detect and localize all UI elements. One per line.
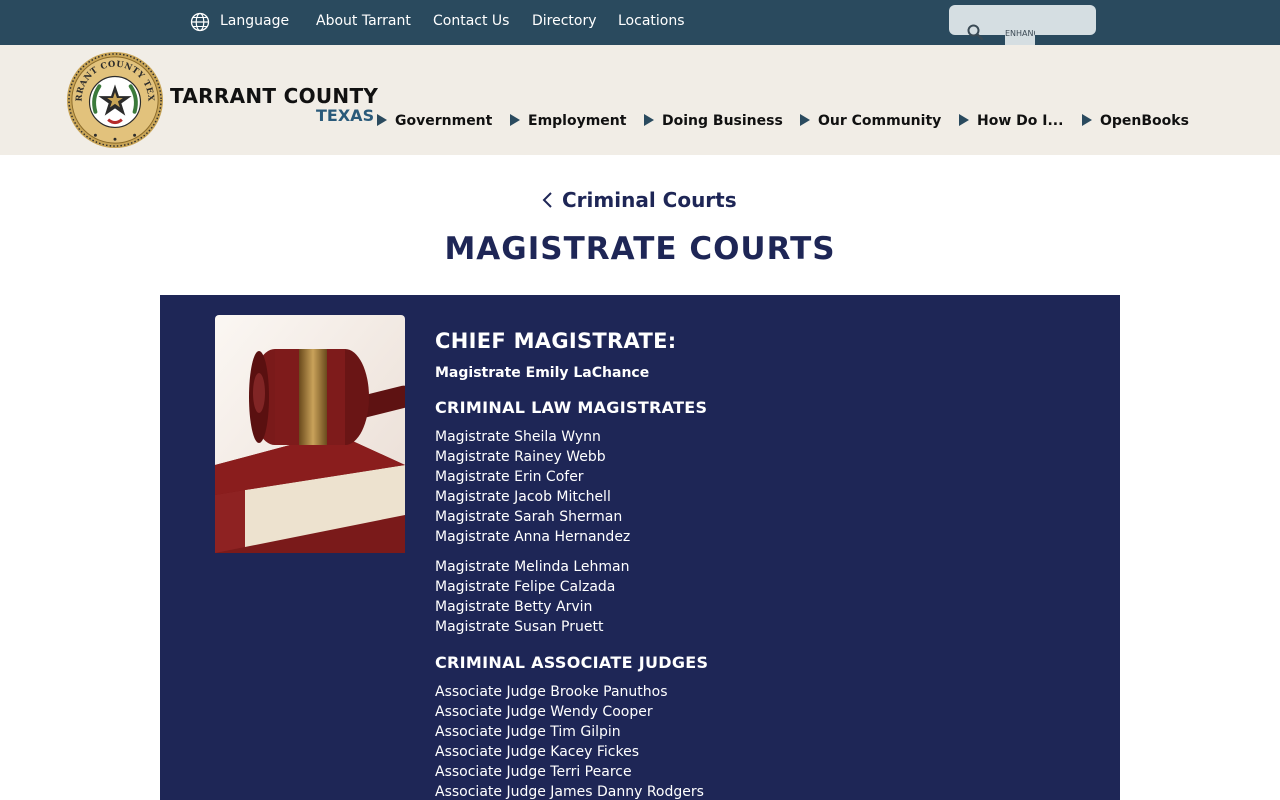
page-title: MAGISTRATE COURTS <box>444 231 836 267</box>
nav-doing-business[interactable]: Doing Business <box>662 113 783 129</box>
enhance-label: ENHANCE <box>1005 29 1035 38</box>
list-item: Magistrate Erin Cofer <box>435 469 584 485</box>
list-item: Associate Judge Brooke Panuthos <box>435 684 668 700</box>
list-item: Magistrate Susan Pruett <box>435 619 604 635</box>
top-link-locations[interactable]: Locations <box>618 13 685 29</box>
list-item: Magistrate Anna Hernandez <box>435 529 631 545</box>
triangle-right-icon <box>510 114 520 126</box>
enhance-button[interactable]: ENHANCE <box>1005 26 1035 45</box>
list-item: Associate Judge Wendy Cooper <box>435 704 653 720</box>
gavel-image <box>215 315 405 553</box>
list-item: Magistrate Betty Arvin <box>435 599 593 615</box>
chief-magistrate-name: Magistrate Emily LaChance <box>435 365 650 381</box>
triangle-right-icon <box>644 114 654 126</box>
criminal-magistrates-list-1: Magistrate Sheila Wynn Magistrate Rainey… <box>435 427 1035 547</box>
list-item: Associate Judge Tim Gilpin <box>435 724 621 740</box>
back-link-criminal-courts[interactable]: Criminal Courts <box>541 186 737 214</box>
associate-judges-heading: CRIMINAL ASSOCIATE JUDGES <box>435 653 709 672</box>
list-item: Magistrate Felipe Calzada <box>435 579 616 595</box>
list-item: Associate Judge Terri Pearce <box>435 764 632 780</box>
nav-how-do-i[interactable]: How Do I... <box>977 113 1063 129</box>
list-item: Associate Judge Kacey Fickes <box>435 744 639 760</box>
site-state: TEXAS <box>316 106 375 125</box>
magistrates-content: CHIEF MAGISTRATE: Magistrate Emily LaCha… <box>435 325 1035 800</box>
triangle-right-icon <box>1082 114 1092 126</box>
chevron-left-icon <box>542 192 552 208</box>
list-item: Magistrate Sheila Wynn <box>435 429 601 445</box>
triangle-right-icon <box>959 114 969 126</box>
top-link-directory[interactable]: Directory <box>532 13 597 29</box>
top-link-about[interactable]: About Tarrant <box>316 13 411 29</box>
criminal-magistrates-heading: CRIMINAL LAW MAGISTRATES <box>435 398 708 417</box>
nav-openbooks[interactable]: OpenBooks <box>1100 113 1189 129</box>
triangle-right-icon <box>377 114 387 126</box>
list-item: Magistrate Melinda Lehman <box>435 559 630 575</box>
associate-judges-list: Associate Judge Brooke Panuthos Associat… <box>435 682 1035 800</box>
nav-employment[interactable]: Employment <box>528 113 626 129</box>
chief-magistrate-heading: CHIEF MAGISTRATE: <box>435 329 677 353</box>
back-link-label: Criminal Courts <box>562 188 737 212</box>
site-name[interactable]: TARRANT COUNTY <box>170 84 378 108</box>
triangle-right-icon <box>800 114 810 126</box>
nav-our-community[interactable]: Our Community <box>818 113 941 129</box>
language-selector[interactable]: Language <box>220 13 289 29</box>
county-seal-logo[interactable]: TARRANT COUNTY TEXAS <box>66 51 164 149</box>
search-icon[interactable] <box>966 23 984 41</box>
top-link-contact[interactable]: Contact Us <box>433 13 509 29</box>
list-item: Magistrate Sarah Sherman <box>435 509 623 525</box>
nav-government[interactable]: Government <box>395 113 492 129</box>
list-item: Magistrate Rainey Webb <box>435 449 606 465</box>
list-item: Magistrate Jacob Mitchell <box>435 489 611 505</box>
list-item: Associate Judge James Danny Rodgers <box>435 784 704 800</box>
globe-icon[interactable] <box>190 12 210 32</box>
criminal-magistrates-list-2: Magistrate Melinda Lehman Magistrate Fel… <box>435 557 1035 637</box>
